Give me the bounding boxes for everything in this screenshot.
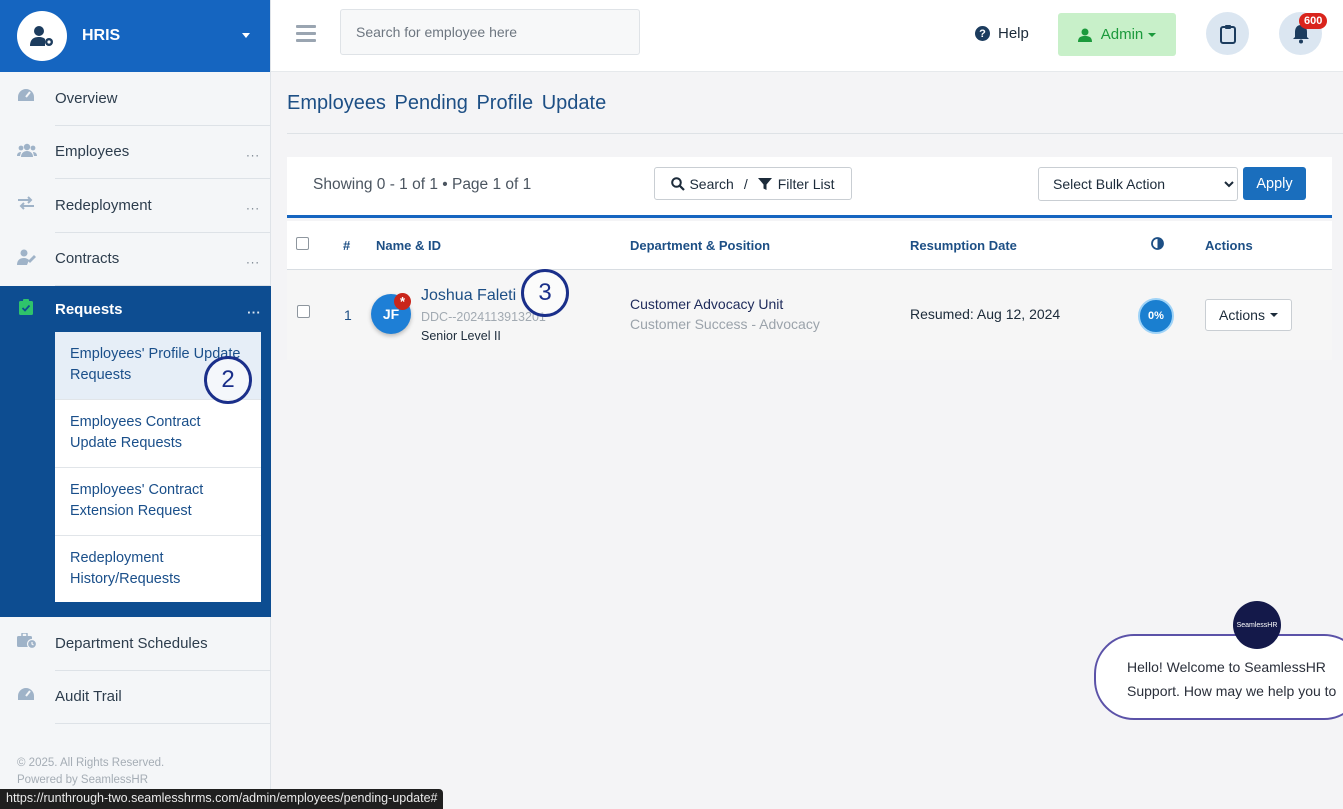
user-edit-icon (17, 249, 37, 269)
clipboard-button[interactable] (1206, 12, 1249, 55)
brand-title: HRIS (82, 27, 121, 44)
admin-label: Admin (1100, 26, 1144, 43)
briefcase-clock-icon (17, 632, 38, 653)
sidebar-item-contracts[interactable]: Contracts ... (17, 233, 270, 286)
more-icon[interactable]: ... (246, 144, 260, 159)
pending-update-table: # Name & ID Department & Position Resump… (287, 221, 1332, 360)
sidebar-item-employees[interactable]: Employees ... (17, 126, 270, 179)
sidebar-item-audit-trail[interactable]: Audit Trail (18, 671, 271, 724)
employee-search-input[interactable] (340, 9, 640, 55)
browser-status-url: https://runthrough-two.seamlesshrms.com/… (0, 789, 444, 809)
list-toolbar: Showing 0 - 1 of 1 • Page 1 of 1 Search … (287, 157, 1332, 218)
user-cog-icon (17, 11, 67, 61)
exchange-icon (17, 196, 35, 214)
caret-down-icon (1148, 32, 1157, 37)
clipboard-check-icon (19, 299, 33, 319)
sidebar-item-label: Redeployment (55, 196, 152, 214)
employee-name-link[interactable]: Joshua Faleti (421, 287, 516, 305)
table-header: # Name & ID Department & Position Resump… (287, 221, 1332, 270)
search-label: Search (689, 175, 734, 192)
header-name: Name & ID (376, 238, 442, 253)
row-actions-button[interactable]: Actions (1205, 299, 1292, 331)
sidebar-item-label: Audit Trail (55, 688, 122, 706)
topbar: ? Help Admin 600 (271, 0, 1343, 72)
sidebar-footer: © 2025. All Rights Reserved. Powered by … (17, 755, 164, 789)
submenu-contract-update-requests[interactable]: Employees Contract Update Requests (55, 400, 261, 468)
sidebar-item-requests[interactable]: Requests ... (0, 286, 271, 332)
position-name: Customer Success - Advocacy (630, 316, 820, 332)
filter-label: Filter List (777, 175, 835, 192)
brand-header[interactable]: HRIS (0, 0, 270, 72)
chat-welcome-bubble[interactable]: Hello! Welcome to SeamlessHR Support. Ho… (1094, 634, 1343, 720)
bulk-action-select[interactable]: Select Bulk Action (1038, 167, 1238, 201)
header-actions: Actions (1205, 238, 1253, 253)
sidebar-item-label: Requests (55, 300, 123, 318)
header-department: Department & Position (630, 238, 771, 253)
header-index: # (343, 238, 351, 253)
resumption-date: Resumed: Aug 12, 2024 (910, 306, 1061, 322)
sidebar-item-label: Contracts (55, 250, 120, 268)
submenu-contract-extension-request[interactable]: Employees' Contract Extension Request (55, 468, 261, 536)
step-marker-3: 3 (521, 269, 569, 317)
help-label: Help (998, 25, 1029, 42)
sidebar-lower-nav: Department Schedules Audit Trail (0, 617, 271, 724)
asterisk-icon: * (394, 293, 411, 310)
sidebar-item-label: Overview (55, 89, 118, 107)
row-checkbox[interactable] (297, 305, 310, 318)
select-all-checkbox[interactable] (296, 237, 309, 250)
actions-label: Actions (1219, 307, 1265, 323)
department-name: Customer Advocacy Unit (630, 296, 784, 312)
caret-down-icon[interactable] (242, 33, 250, 38)
admin-dropdown-button[interactable]: Admin (1058, 13, 1176, 56)
pagination-summary: Showing 0 - 1 of 1 • Page 1 of 1 (313, 176, 532, 193)
hamburger-menu-icon[interactable] (296, 25, 316, 46)
sidebar-item-label: Department Schedules (55, 634, 208, 652)
table-row: 1 JF * Joshua Faleti DDC--2024113913201 … (287, 270, 1332, 360)
search-icon (671, 176, 686, 191)
more-icon[interactable]: ... (246, 198, 260, 213)
dashboard-icon (17, 88, 35, 108)
more-icon[interactable]: ... (247, 302, 261, 317)
sidebar-item-overview[interactable]: Overview (18, 72, 270, 126)
sidebar: HRIS Overview Employees ... Redeployment… (0, 0, 271, 809)
profile-progress-badge: 0% (1138, 298, 1174, 334)
header-resumption: Resumption Date (910, 238, 1017, 253)
help-link[interactable]: ? Help (975, 25, 1029, 42)
divider (287, 133, 1343, 134)
powered-by-text: Powered by SeamlessHR (17, 774, 149, 786)
employee-level: Senior Level II (421, 329, 501, 343)
apply-button[interactable]: Apply (1243, 167, 1306, 200)
employee-id: DDC--2024113913201 (421, 310, 546, 324)
row-index: 1 (344, 307, 352, 323)
more-icon[interactable]: ... (246, 251, 260, 266)
caret-down-icon (1269, 313, 1278, 317)
question-circle-icon: ? (975, 26, 990, 41)
search-filter-button[interactable]: Search / Filter List (654, 167, 852, 200)
notification-count-badge: 600 (1299, 13, 1328, 29)
copyright-text: © 2025. All Rights Reserved. (17, 757, 165, 769)
step-marker-2: 2 (204, 356, 252, 404)
page-title: Employees Pending Profile Update (287, 92, 607, 114)
sidebar-section-requests: Requests ... Employees' Profile Update R… (0, 286, 271, 617)
filter-icon (757, 177, 772, 190)
clipboard-icon (1219, 24, 1236, 44)
separator: / (743, 175, 748, 192)
seamlesshr-logo[interactable]: SeamlessHR (1233, 601, 1281, 649)
user-icon (1077, 28, 1092, 42)
submenu-redeployment-history[interactable]: Redeployment History/Requests (55, 536, 261, 602)
sidebar-item-department-schedules[interactable]: Department Schedules (17, 617, 271, 671)
users-icon (17, 143, 37, 161)
sidebar-item-redeployment[interactable]: Redeployment ... (18, 179, 270, 233)
contrast-icon (1151, 237, 1164, 253)
sidebar-item-label: Employees (55, 143, 130, 161)
gauge-icon (17, 687, 35, 707)
